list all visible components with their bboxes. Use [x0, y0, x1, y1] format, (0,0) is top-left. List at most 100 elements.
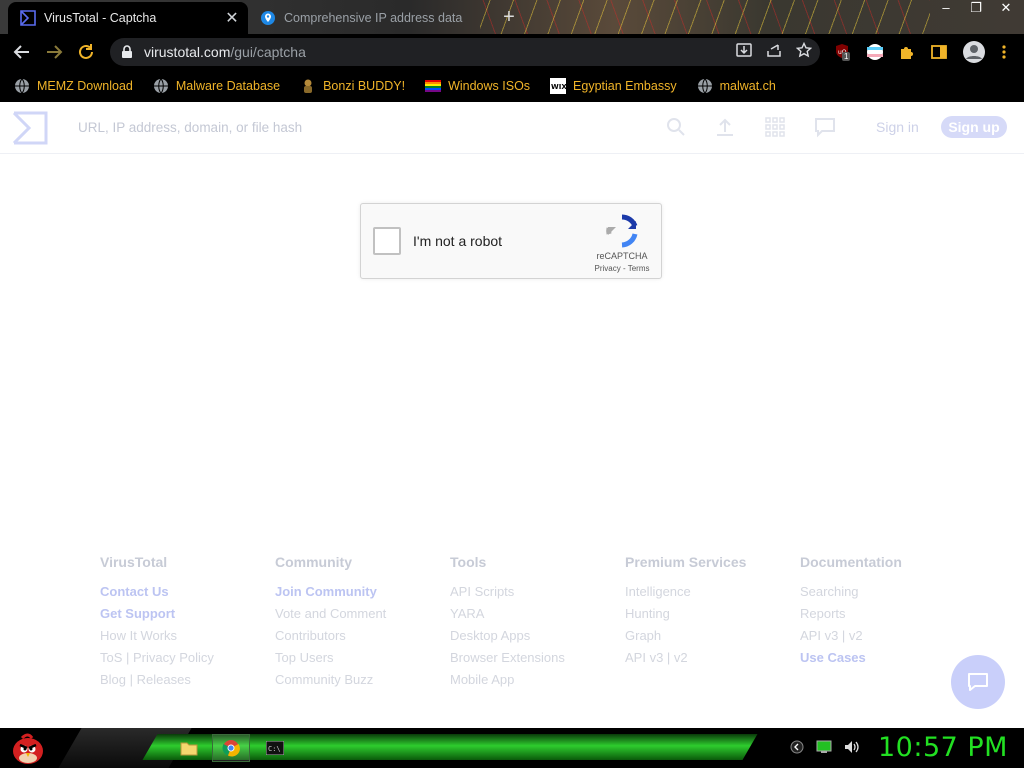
recaptcha-widget: I'm not a robot reCAPTCHA Privacy - Term…	[360, 203, 662, 279]
location-pin-icon	[261, 11, 275, 25]
search-icon[interactable]	[666, 117, 686, 137]
header-actions	[666, 116, 836, 138]
globe-icon	[697, 78, 712, 94]
taskbar-chrome[interactable]	[212, 734, 250, 762]
recaptcha-logo-icon	[606, 214, 638, 248]
globe-icon	[153, 78, 168, 94]
recaptcha-links: Privacy - Terms	[587, 264, 657, 273]
footer-link[interactable]: API v3 | v2	[625, 650, 746, 672]
terms-link[interactable]: Terms	[628, 264, 650, 273]
bookmark-malwatch[interactable]: malwat.ch	[697, 78, 776, 94]
sign-in-link[interactable]: Sign in	[876, 119, 919, 135]
bookmark-label: malwat.ch	[719, 79, 776, 93]
reload-button[interactable]	[70, 38, 102, 66]
site-footer: VirusTotal Contact Us Get Support How It…	[0, 554, 1024, 724]
chat-button[interactable]	[951, 655, 1005, 709]
footer-link[interactable]: Join Community	[275, 584, 386, 606]
bookmark-egyptian-embassy[interactable]: WIX Egyptian Embassy	[550, 78, 677, 94]
footer-heading: Community	[275, 554, 352, 570]
angry-bird-start-icon[interactable]	[8, 730, 48, 766]
rainbow-flag-icon	[425, 80, 442, 92]
footer-link[interactable]: Hunting	[625, 606, 746, 628]
footer-link[interactable]: Searching	[800, 584, 902, 606]
sign-up-button[interactable]: Sign up	[941, 116, 1007, 138]
footer-link[interactable]: API Scripts	[450, 584, 565, 606]
share-icon[interactable]	[766, 42, 782, 58]
tab-virustotal[interactable]: VirusTotal - Captcha ✕	[8, 2, 248, 34]
upload-icon[interactable]	[714, 116, 736, 138]
footer-link[interactable]: Top Users	[275, 650, 386, 672]
footer-link[interactable]: Browser Extensions	[450, 650, 565, 672]
recaptcha-checkbox[interactable]	[373, 227, 401, 255]
virustotal-logo-icon[interactable]	[12, 111, 48, 145]
back-button[interactable]	[6, 38, 38, 66]
close-window-icon[interactable]: ✕	[996, 0, 1016, 18]
lock-icon	[122, 45, 132, 58]
restore-icon[interactable]: ❐	[966, 0, 986, 18]
window-controls: – ❐ ✕	[936, 0, 1016, 18]
extension-icons: uO 1	[834, 40, 1008, 64]
flag-extension-icon[interactable]	[866, 43, 884, 61]
puzzle-extensions-icon[interactable]	[898, 43, 916, 61]
more-menu-icon[interactable]	[1000, 43, 1008, 61]
profile-avatar-icon[interactable]	[962, 40, 986, 64]
footer-link[interactable]: Community Buzz	[275, 672, 386, 694]
ublock-origin-icon[interactable]: uO 1	[834, 43, 852, 61]
footer-heading: Premium Services	[625, 554, 747, 570]
star-bookmark-icon[interactable]	[796, 42, 812, 58]
chat-icon[interactable]	[814, 116, 836, 138]
footer-heading: Documentation	[800, 554, 902, 570]
virustotal-icon	[20, 10, 36, 26]
bookmark-malware-database[interactable]: Malware Database	[153, 78, 280, 94]
address-bar[interactable]: virustotal.com/gui/captcha	[110, 38, 820, 66]
footer-link[interactable]: Vote and Comment	[275, 606, 386, 628]
footer-column-premium: Premium Services Intelligence Hunting Gr…	[625, 554, 746, 672]
chat-bubble-icon	[968, 673, 988, 691]
apps-grid-icon[interactable]	[764, 116, 786, 138]
footer-link[interactable]: Graph	[625, 628, 746, 650]
footer-link[interactable]: Reports	[800, 606, 902, 628]
taskbar-file-explorer[interactable]	[170, 734, 208, 762]
bookmark-windows-isos[interactable]: Windows ISOs	[425, 78, 530, 94]
footer-link[interactable]: Contributors	[275, 628, 386, 650]
omnibox-actions	[736, 42, 812, 58]
footer-link[interactable]: Desktop Apps	[450, 628, 565, 650]
extension-badge: 1	[842, 52, 851, 61]
footer-link[interactable]: Use Cases	[800, 650, 902, 672]
arrow-right-icon	[47, 45, 63, 59]
footer-link[interactable]: API v3 | v2	[800, 628, 902, 650]
bookmark-bonzi-buddy[interactable]: Bonzi BUDDY!	[300, 78, 405, 94]
footer-link[interactable]: Blog | Releases	[100, 672, 214, 694]
footer-column-virustotal: VirusTotal Contact Us Get Support How It…	[100, 554, 214, 694]
tray-chevron-icon[interactable]	[790, 740, 804, 754]
url-path: /gui/captcha	[230, 44, 306, 60]
web-page: URL, IP address, domain, or file hash Si…	[0, 102, 1024, 728]
footer-link[interactable]: Mobile App	[450, 672, 565, 694]
privacy-link[interactable]: Privacy	[595, 264, 621, 273]
footer-link[interactable]: Contact Us	[100, 584, 214, 606]
svg-text:C:\: C:\	[268, 745, 281, 753]
link-separator: -	[620, 264, 628, 273]
footer-link[interactable]: Intelligence	[625, 584, 746, 606]
taskbar-clock[interactable]: 10:57 PM	[878, 732, 1008, 763]
tab-title: VirusTotal - Captcha	[44, 11, 157, 25]
side-panel-icon[interactable]	[930, 43, 948, 61]
minimize-icon[interactable]: –	[936, 0, 956, 18]
taskbar-command-prompt[interactable]: C:\	[256, 734, 294, 762]
install-app-icon[interactable]	[736, 42, 752, 58]
search-input[interactable]: URL, IP address, domain, or file hash	[78, 120, 302, 135]
bookmark-memz-download[interactable]: MEMZ Download	[14, 78, 133, 94]
footer-link[interactable]: ToS | Privacy Policy	[100, 650, 214, 672]
footer-link[interactable]: YARA	[450, 606, 565, 628]
footer-link[interactable]: Get Support	[100, 606, 214, 628]
forward-button[interactable]	[38, 38, 70, 66]
volume-icon[interactable]	[844, 740, 860, 754]
close-tab-icon[interactable]: ✕	[222, 8, 242, 28]
tab-ip-data[interactable]: Comprehensive IP address data	[252, 2, 484, 34]
network-icon[interactable]	[816, 740, 832, 754]
virustotal-header: URL, IP address, domain, or file hash Si…	[0, 102, 1024, 154]
footer-link[interactable]: How It Works	[100, 628, 214, 650]
reload-icon	[79, 44, 93, 59]
bonzi-icon	[304, 79, 313, 93]
new-tab-button[interactable]: +	[498, 6, 520, 28]
